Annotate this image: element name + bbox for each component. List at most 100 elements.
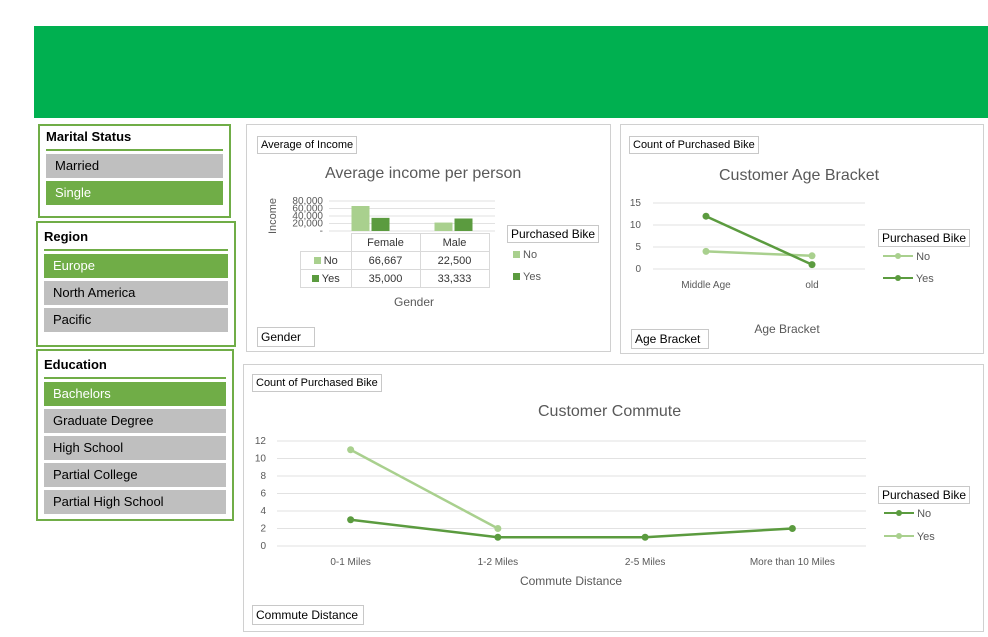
y-tick-label: 15 <box>630 198 642 209</box>
slicer-title: Education <box>44 357 107 372</box>
slicer-item-bachelors[interactable]: Bachelors <box>44 382 226 406</box>
slicer-item-partial-high-school[interactable]: Partial High School <box>44 490 226 514</box>
slicer-item-north-america[interactable]: North America <box>44 281 228 305</box>
x-tick-label: More than 10 Miles <box>750 557 835 568</box>
table-header-row: Female Male <box>301 233 490 252</box>
slicer-item-high-school[interactable]: High School <box>44 436 226 460</box>
slicer-divider <box>44 249 228 251</box>
legend-item-yes: Yes <box>513 271 541 283</box>
region-slicer: Region Europe North America Pacific <box>36 221 236 347</box>
legend-title[interactable]: Purchased Bike <box>878 229 971 247</box>
legend-swatch <box>513 273 520 280</box>
age-chart-panel: Count of Purchased Bike Customer Age Bra… <box>620 124 984 354</box>
legend-item-no: No <box>884 508 931 520</box>
line-series-yes <box>705 215 813 266</box>
legend-line-no <box>883 253 913 259</box>
point-no <box>347 516 355 524</box>
legend-label: Yes <box>523 271 541 283</box>
legend-item-no: No <box>513 249 537 261</box>
y-tick-label: 5 <box>635 242 641 253</box>
table-row: Yes 35,000 33,333 <box>300 269 490 288</box>
x-tick-label: 0-1 Miles <box>330 557 371 568</box>
bar-no-male <box>434 222 453 231</box>
x-axis-title: Commute Distance <box>520 574 622 588</box>
axis-field-button[interactable]: Age Bracket <box>631 329 709 349</box>
table-cell: 33,333 <box>419 269 490 288</box>
table-cell: 35,000 <box>350 269 421 288</box>
bar-yes-male <box>454 218 473 231</box>
y-tick-label: 0 <box>635 264 641 275</box>
commute-line-chart: 12 10 8 6 4 2 0 0-1 Miles 1-2 Miles 2-5 Miles More… <box>255 436 866 588</box>
point-no <box>702 247 710 255</box>
commute-chart-panel: Count of Purchased Bike Customer Commute… <box>243 364 984 632</box>
point-no <box>641 533 649 541</box>
education-slicer: Education Bachelors Graduate Degree High… <box>36 349 234 521</box>
slicer-item-single[interactable]: Single <box>46 181 223 205</box>
axis-field-button[interactable]: Commute Distance <box>252 605 364 625</box>
legend-title[interactable]: Purchased Bike <box>878 486 971 504</box>
legend-item-no: No <box>883 251 930 263</box>
point-no <box>808 252 816 260</box>
y-tick-label: 2 <box>260 524 266 535</box>
legend-label: No <box>523 249 538 261</box>
table-row-label: Yes <box>300 269 352 288</box>
series-name: Yes <box>321 272 340 285</box>
bar-yes-female <box>371 217 390 231</box>
point-yes <box>702 212 710 220</box>
x-axis-title: Age Bracket <box>754 322 820 336</box>
table-header: Female <box>350 233 421 252</box>
y-tick-label: 8 <box>260 471 266 482</box>
legend-label: Yes <box>916 531 935 543</box>
y-tick-label: 10 <box>255 454 267 465</box>
y-tick-label: 0 <box>260 541 266 552</box>
legend-item-yes: Yes <box>883 273 934 285</box>
slicer-divider <box>46 149 223 151</box>
x-tick-label: 2-5 Miles <box>625 557 666 568</box>
y-tick-label: 4 <box>260 506 266 517</box>
point-no <box>788 525 796 532</box>
table-header: Male <box>419 233 490 252</box>
slicer-item-europe[interactable]: Europe <box>44 254 228 278</box>
y-tick-label: 10 <box>630 220 642 231</box>
y-tick-label: 12 <box>255 436 267 447</box>
x-tick-label: Middle Age <box>681 280 731 291</box>
legend-swatch-no <box>313 256 321 264</box>
legend-line-no <box>884 510 914 516</box>
table-corner <box>301 234 352 252</box>
y-axis-title: Income <box>267 198 279 234</box>
income-data-table: Female Male No 66,667 22,500 Yes 35,000 … <box>300 233 490 288</box>
line-series-yes <box>350 448 499 530</box>
x-axis-title: Gender <box>394 295 434 309</box>
legend-line-yes <box>883 275 913 281</box>
axis-field-button[interactable]: Gender <box>257 327 315 347</box>
slicer-title: Region <box>44 229 89 244</box>
income-chart-panel: Average of Income Average income per per… <box>246 124 611 352</box>
x-tick-label: old <box>805 280 818 291</box>
legend-label: No <box>917 508 932 520</box>
header-banner <box>34 26 988 118</box>
slicer-item-pacific[interactable]: Pacific <box>44 308 228 332</box>
y-tick-label: 6 <box>260 489 266 500</box>
point-no <box>494 533 502 541</box>
marital-status-slicer: Marital Status Married Single <box>38 124 231 218</box>
table-cell: 66,667 <box>350 251 421 270</box>
table-row: No 66,667 22,500 <box>300 251 490 270</box>
table-cell: 22,500 <box>419 251 490 270</box>
x-tick-label: 1-2 Miles <box>478 557 519 568</box>
legend-title[interactable]: Purchased Bike <box>507 225 600 243</box>
table-row-label: No <box>300 251 352 270</box>
series-name: No <box>323 254 338 267</box>
legend-swatch-yes <box>311 274 319 282</box>
point-yes <box>808 261 816 269</box>
legend-swatch <box>513 251 520 258</box>
slicer-item-graduate-degree[interactable]: Graduate Degree <box>44 409 226 433</box>
legend-line-yes <box>884 533 914 539</box>
legend-label: No <box>916 251 931 263</box>
slicer-item-married[interactable]: Married <box>46 154 223 178</box>
slicer-item-partial-college[interactable]: Partial College <box>44 463 226 487</box>
point-yes <box>347 446 355 454</box>
legend-item-yes: Yes <box>884 531 935 543</box>
slicer-divider <box>44 377 226 379</box>
legend-label: Yes <box>915 273 934 285</box>
bar-no-female <box>351 205 370 231</box>
